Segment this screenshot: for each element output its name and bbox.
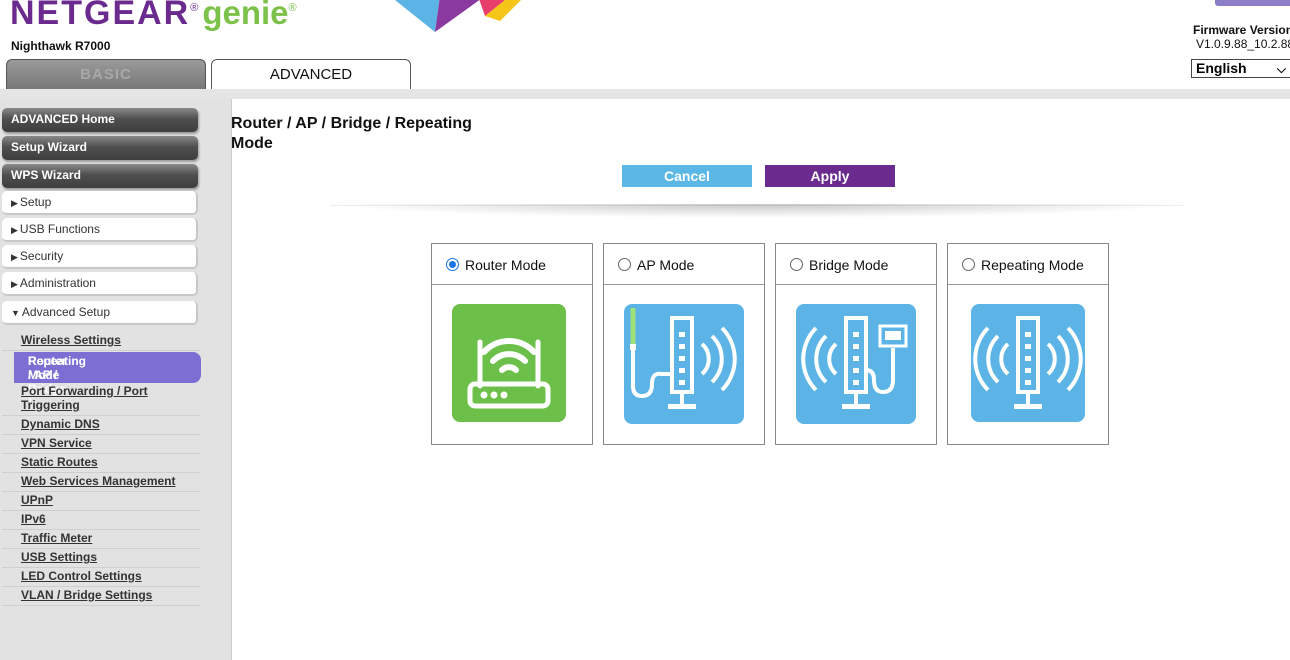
page-title: Router / AP / Bridge / Repeating Mode [231, 114, 511, 154]
divider [2, 415, 200, 416]
firmware-label: Firmware Version [1193, 23, 1290, 37]
genie-text: genie [202, 0, 289, 31]
page-header: NETGEAR® genie® Nighthawk R7000 BASIC ADV… [0, 0, 1290, 90]
label-line: Port Forwarding / Port [21, 384, 148, 398]
sidebar-item-vpn-service[interactable]: VPN Service [21, 436, 92, 450]
sidebar-item-web-services-management[interactable]: Web Services Management [21, 474, 176, 488]
router-model: Nighthawk R7000 [11, 39, 111, 53]
sidebar-item-traffic-meter[interactable]: Traffic Meter [21, 531, 92, 545]
ap-icon [624, 304, 744, 424]
divider [2, 350, 200, 351]
section-label: Setup [19, 195, 52, 209]
mode-option-ap[interactable]: AP Mode [604, 244, 764, 285]
divider [2, 548, 200, 549]
sidebar-section-usb-functions[interactable]: ▶ USB Functions [2, 218, 198, 242]
sidebar-item-led-control-settings[interactable]: LED Control Settings [21, 569, 142, 583]
label-line: Triggering [21, 398, 80, 412]
tab-basic[interactable]: BASIC [6, 59, 206, 90]
label-line: Repeating Mode [28, 354, 87, 382]
sidebar-section-administration[interactable]: ▶ Administration [2, 272, 198, 296]
brand-text: NETGEAR [10, 0, 191, 32]
divider [2, 510, 200, 511]
mode-label: AP Mode [637, 257, 695, 273]
cancel-button[interactable]: Cancel [622, 165, 752, 187]
router-mode-radio[interactable] [446, 258, 459, 271]
mode-card-bridge[interactable]: Bridge Mode [775, 243, 937, 445]
sidebar-advanced-home[interactable]: ADVANCED Home [2, 108, 198, 132]
separator-shadow [330, 204, 1185, 218]
divider [2, 586, 200, 587]
caret-right-icon: ▶ [11, 225, 18, 235]
section-label: USB Functions [19, 222, 100, 236]
sidebar-wps-wizard[interactable]: WPS Wizard [2, 164, 198, 188]
mode-card-ap[interactable]: AP Mode [603, 243, 765, 445]
netgear-genie-logo: NETGEAR® genie® [10, 0, 297, 33]
repeating-icon [971, 304, 1085, 422]
divider [2, 491, 200, 492]
mode-label: Router Mode [465, 257, 546, 273]
mode-card-repeating[interactable]: Repeating Mode [947, 243, 1109, 445]
sidebar-item-usb-settings[interactable]: USB Settings [21, 550, 97, 564]
sidebar-item-ipv6[interactable]: IPv6 [21, 512, 46, 526]
sidebar-item-wireless-settings[interactable]: Wireless Settings [21, 333, 121, 347]
bridge-mode-radio[interactable] [790, 258, 803, 271]
mode-card-router[interactable]: Router Mode [431, 243, 593, 445]
caret-right-icon: ▶ [11, 252, 18, 262]
repeating-mode-radio[interactable] [962, 258, 975, 271]
title-line: Mode [231, 135, 273, 152]
mode-label: Bridge Mode [809, 257, 889, 273]
divider [2, 434, 200, 435]
mode-label: Repeating Mode [981, 257, 1084, 273]
section-label: Security [19, 249, 64, 263]
decorative-swirl-icon [395, 0, 521, 32]
apply-button[interactable]: Apply [765, 165, 895, 187]
divider [2, 605, 200, 606]
mode-option-repeating[interactable]: Repeating Mode [948, 244, 1108, 285]
sidebar-item-static-routes[interactable]: Static Routes [21, 455, 98, 469]
divider [2, 453, 200, 454]
sidebar-item-upnp[interactable]: UPnP [21, 493, 53, 507]
header-divider [0, 89, 1290, 99]
caret-right-icon: ▶ [11, 279, 18, 289]
tab-advanced[interactable]: ADVANCED [211, 59, 411, 90]
mode-option-bridge[interactable]: Bridge Mode [776, 244, 936, 285]
section-label: Advanced Setup [21, 305, 110, 319]
section-label: Administration [19, 276, 96, 290]
sidebar-item-router-ap-bridge-repeating-mode[interactable]: Router / AP / Bridge / Repeating Mode [14, 352, 201, 410]
mode-option-router[interactable]: Router Mode [432, 244, 592, 285]
sidebar-section-security[interactable]: ▶ Security [2, 245, 198, 269]
router-icon [452, 304, 566, 422]
divider [2, 529, 200, 530]
caret-right-icon: ▶ [11, 198, 18, 208]
divider [2, 567, 200, 568]
caret-down-icon: ▼ [11, 308, 20, 318]
chevron-down-icon: ⌵ [1276, 62, 1286, 76]
sidebar-section-advanced-setup[interactable]: ▼ Advanced Setup [2, 301, 198, 325]
title-line: Router / AP / Bridge / Repeating [231, 115, 472, 132]
language-value: English [1196, 60, 1247, 76]
firmware-info: Firmware Version V1.0.9.88_10.2.88 [1193, 23, 1290, 51]
sidebar-item-dynamic-dns[interactable]: Dynamic DNS [21, 417, 100, 431]
bridge-icon [796, 304, 916, 424]
firmware-version: V1.0.9.88_10.2.88 [1196, 37, 1290, 51]
ap-mode-radio[interactable] [618, 258, 631, 271]
language-select[interactable]: English ⌵ [1191, 59, 1290, 78]
sidebar-setup-wizard[interactable]: Setup Wizard [2, 136, 198, 160]
logout-button[interactable] [1215, 0, 1290, 6]
sidebar-item-port-forwarding[interactable]: Port Forwarding / Port Triggering [21, 384, 148, 412]
sidebar-section-setup[interactable]: ▶ Setup [2, 191, 198, 215]
divider [2, 472, 200, 473]
sidebar-item-vlan-bridge-settings[interactable]: VLAN / Bridge Settings [21, 588, 152, 602]
